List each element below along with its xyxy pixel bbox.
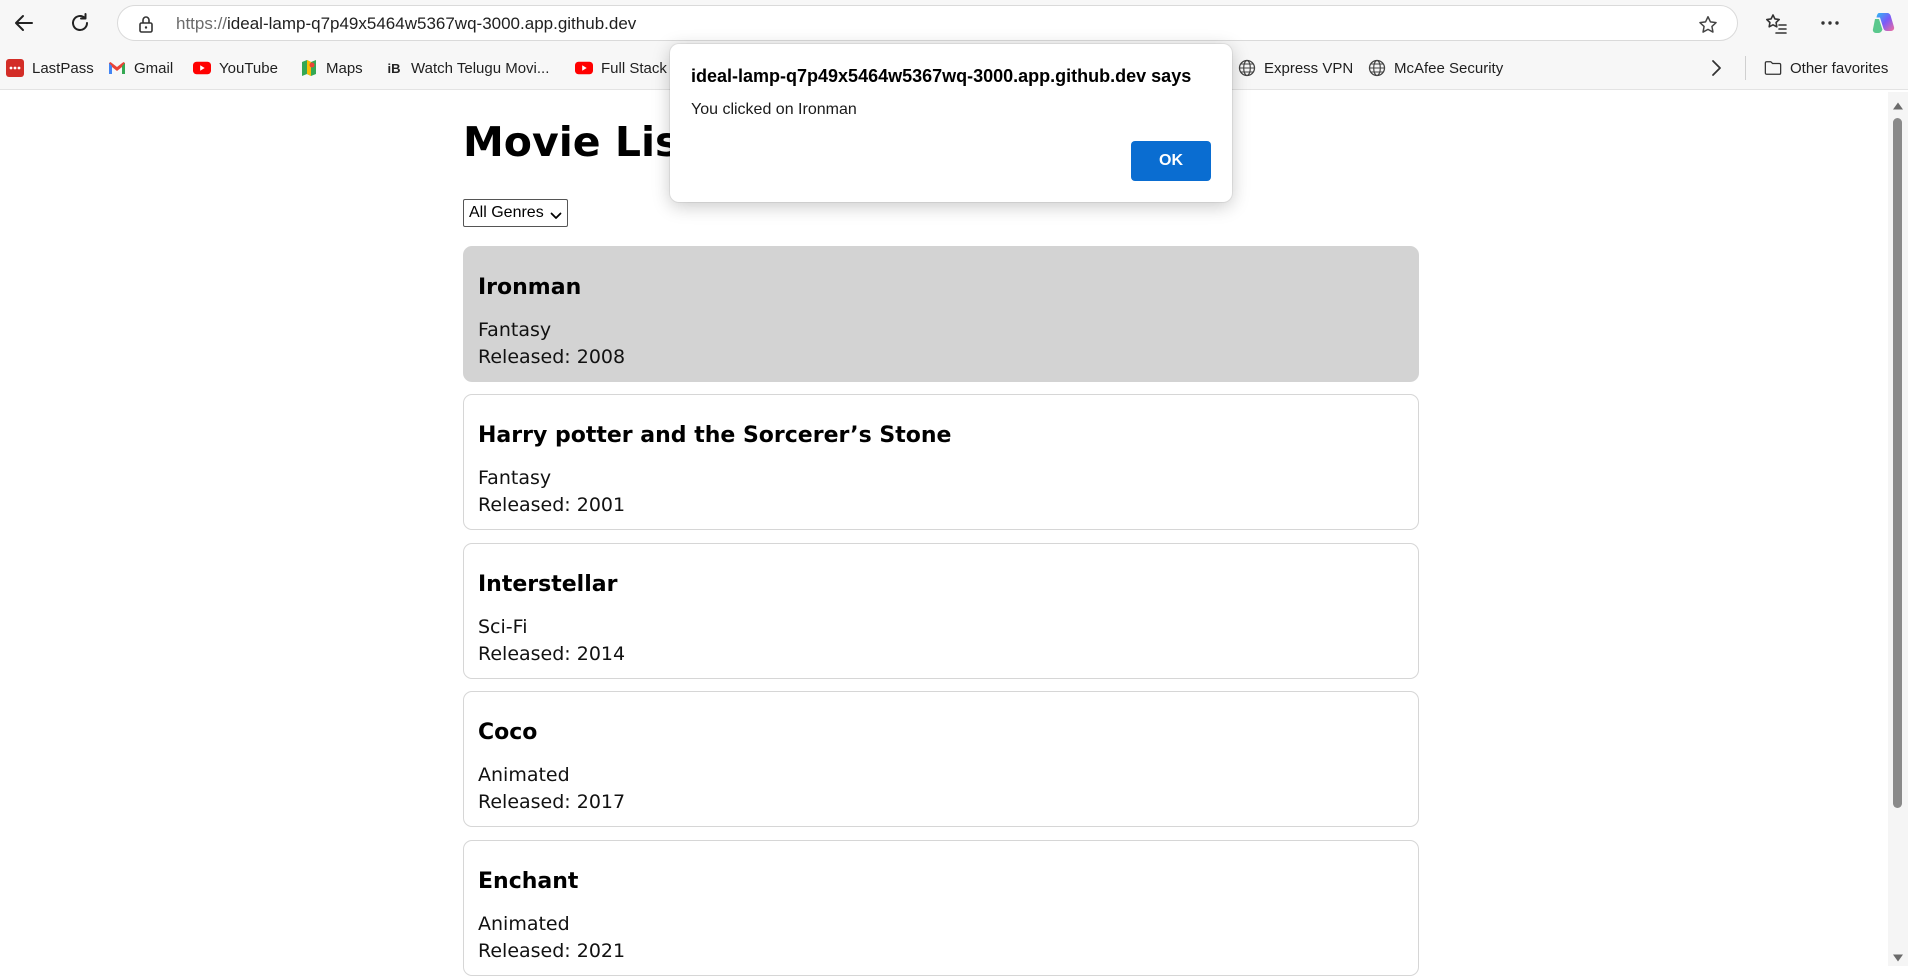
address-bar[interactable]: https://ideal-lamp-q7p49x5464w5367wq-300… [117, 5, 1738, 41]
movie-genre: Fantasy [478, 319, 552, 341]
favorite-star-icon[interactable] [1697, 14, 1719, 41]
bookmark-maps[interactable]: Maps [300, 56, 363, 80]
more-dots-icon [1821, 21, 1839, 25]
ok-button[interactable]: OK [1131, 141, 1211, 181]
movie-title: Enchant [478, 869, 579, 894]
bookmark-label: Maps [326, 59, 363, 77]
lastpass-icon [6, 59, 24, 77]
browser-toolbar: https://ideal-lamp-q7p49x5464w5367wq-300… [0, 0, 1908, 46]
movie-release-year: Released: 2021 [478, 940, 626, 962]
scroll-down-arrow-icon[interactable] [1892, 950, 1904, 968]
vertical-scrollbar[interactable] [1888, 92, 1908, 966]
folder-icon [1764, 59, 1782, 77]
more-options-button[interactable] [1812, 6, 1848, 40]
movie-title: Harry potter and the Sorcerer’s Stone [478, 423, 952, 448]
bookmark-telugu-movies[interactable]: iB Watch Telugu Movi... [385, 56, 550, 80]
bookmarks-divider [1745, 56, 1746, 80]
bookmark-express-vpn[interactable]: Express VPN [1238, 56, 1353, 80]
chevron-right-icon[interactable] [1706, 58, 1726, 83]
movie-title: Ironman [478, 275, 582, 300]
globe-icon [1238, 59, 1256, 77]
chevron-down-icon [550, 208, 562, 226]
movie-genre: Fantasy [478, 467, 552, 489]
movie-release-year: Released: 2017 [478, 791, 626, 813]
bookmark-mcafee[interactable]: McAfee Security [1368, 56, 1503, 80]
maps-icon [300, 59, 318, 77]
other-favorites-label: Other favorites [1790, 59, 1889, 77]
reload-button[interactable] [62, 6, 98, 40]
bookmark-full-stack[interactable]: Full Stack [575, 56, 667, 80]
favorites-button[interactable] [1758, 6, 1794, 40]
genre-filter-value: All Genres [469, 204, 544, 221]
page-title: Movie List [463, 118, 700, 166]
movie-genre: Sci-Fi [478, 616, 528, 638]
dialog-message: You clicked on Ironman [691, 101, 857, 118]
alert-dialog: ideal-lamp-q7p49x5464w5367wq-3000.app.gi… [670, 44, 1232, 202]
globe-icon [1368, 59, 1386, 77]
movie-release-year: Released: 2014 [478, 643, 626, 665]
movie-release-year: Released: 2001 [478, 494, 626, 516]
address-url[interactable]: https://ideal-lamp-q7p49x5464w5367wq-300… [176, 14, 636, 34]
ib-icon: iB [387, 60, 401, 76]
copilot-button[interactable] [1866, 6, 1902, 40]
scroll-up-arrow-icon[interactable] [1892, 98, 1904, 116]
movie-genre: Animated [478, 913, 570, 935]
genre-filter-select[interactable]: All Genres [463, 199, 568, 227]
youtube-icon [193, 59, 211, 77]
movie-title: Coco [478, 720, 538, 745]
youtube-icon [575, 59, 593, 77]
gmail-icon [108, 59, 126, 77]
bookmark-gmail[interactable]: Gmail [108, 56, 173, 80]
url-host: ideal-lamp-q7p49x5464w5367wq-3000.app.gi… [227, 14, 637, 33]
other-favorites[interactable]: Other favorites [1764, 56, 1888, 80]
bookmark-label: Gmail [134, 59, 174, 77]
reload-icon [72, 13, 88, 31]
bookmark-label: Watch Telugu Movi... [411, 59, 550, 77]
bookmark-lastpass[interactable]: LastPass [6, 56, 94, 80]
movie-card[interactable]: Enchant Animated Released: 2021 [463, 840, 1419, 976]
bookmark-label: Full Stack [601, 59, 667, 77]
dialog-title: ideal-lamp-q7p49x5464w5367wq-3000.app.gi… [691, 66, 1192, 86]
back-arrow-icon [15, 15, 33, 31]
copilot-icon [1872, 13, 1895, 33]
bookmark-label: YouTube [219, 59, 278, 77]
movie-card[interactable]: Ironman Fantasy Released: 2008 [463, 246, 1419, 382]
movie-card[interactable]: Interstellar Sci-Fi Released: 2014 [463, 543, 1419, 679]
movie-card[interactable]: Harry potter and the Sorcerer’s Stone Fa… [463, 394, 1419, 530]
favorites-list-icon [1766, 14, 1787, 34]
bookmark-youtube[interactable]: YouTube [193, 56, 278, 80]
bookmark-label: LastPass [32, 59, 94, 77]
movie-genre: Animated [478, 764, 570, 786]
lock-icon[interactable] [136, 14, 156, 39]
movie-release-year: Released: 2008 [478, 346, 626, 368]
scrollbar-thumb[interactable] [1893, 118, 1902, 808]
url-scheme: https:// [176, 14, 228, 33]
bookmark-label: Express VPN [1264, 59, 1354, 77]
back-button[interactable] [6, 6, 42, 40]
movie-title: Interstellar [478, 572, 618, 597]
movie-card[interactable]: Coco Animated Released: 2017 [463, 691, 1419, 827]
bookmark-label: McAfee Security [1394, 59, 1504, 77]
